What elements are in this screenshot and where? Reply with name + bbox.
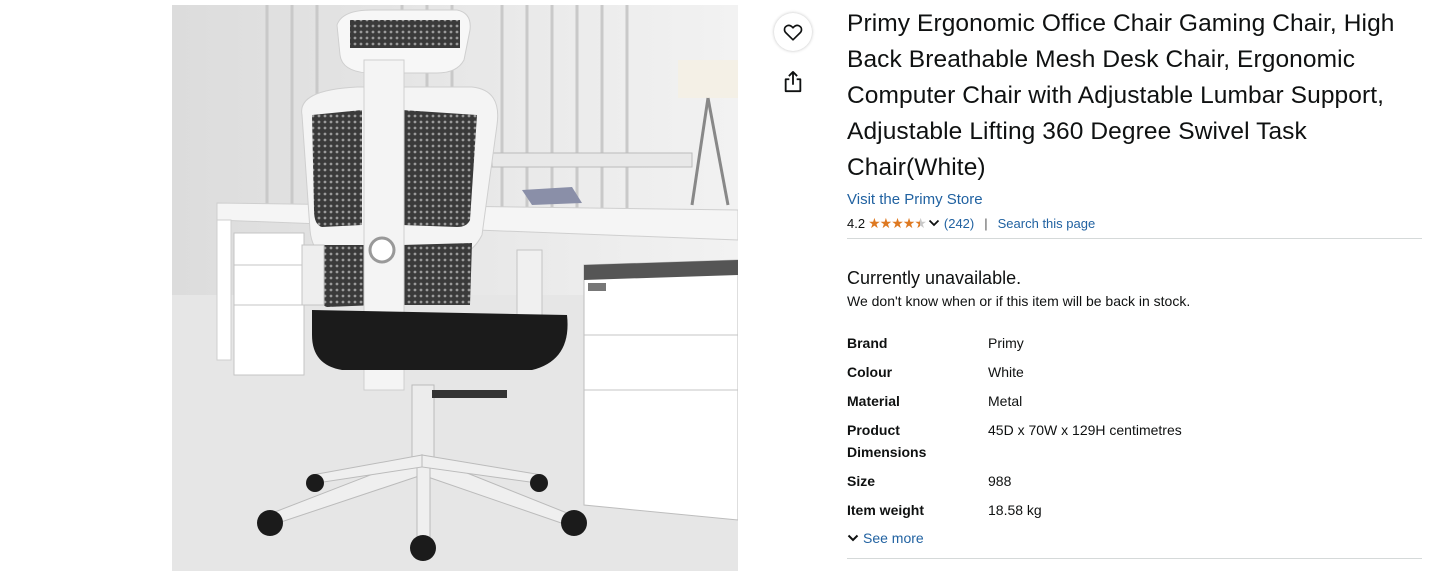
star-rating[interactable]: ★ ★ ★ ★ ★ — [868, 214, 927, 232]
spec-key: Colour — [847, 364, 893, 380]
spec-value: 18.58 kg — [988, 502, 1042, 518]
store-link[interactable]: Visit the Primy Store — [847, 191, 1422, 208]
specs-table: Brand Primy Colour White Material Metal … — [847, 332, 1182, 528]
office-chair-photo — [172, 5, 738, 571]
product-details: Primy Ergonomic Office Chair Gaming Chai… — [847, 6, 1422, 559]
spec-row: Brand Primy — [847, 332, 1182, 361]
spec-value: 988 — [988, 473, 1012, 489]
star-icon: ★ — [902, 214, 916, 231]
spec-row: Product Dimensions 45D x 70W x 129H cent… — [847, 419, 1182, 470]
star-icon: ★ — [879, 214, 893, 231]
heart-icon — [783, 24, 803, 41]
spec-value: Primy — [988, 335, 1024, 351]
chevron-down-icon — [847, 534, 859, 542]
spec-row: Material Metal — [847, 390, 1182, 419]
divider — [847, 238, 1422, 239]
spec-key: Material — [847, 393, 900, 409]
star-icon: ★ — [868, 214, 881, 231]
spec-key: Brand — [847, 335, 888, 351]
spec-row: Colour White — [847, 361, 1182, 390]
chevron-down-icon[interactable] — [928, 218, 940, 228]
spec-key: Size — [847, 473, 876, 489]
share-button[interactable] — [774, 63, 812, 101]
share-icon — [784, 70, 802, 93]
favourite-button[interactable] — [774, 13, 812, 51]
spec-key: Item weight — [847, 502, 925, 518]
star-icon: ★ — [891, 214, 904, 231]
spec-key: Product Dimensions — [847, 422, 927, 460]
see-more-label: See more — [863, 530, 924, 546]
availability-subtitle: We don't know when or if this item will … — [847, 293, 1191, 309]
rating-value: 4.2 — [847, 215, 866, 231]
see-more-link[interactable]: See more — [847, 530, 1422, 546]
spec-row: Item weight 18.58 kg — [847, 499, 1182, 528]
product-title: Primy Ergonomic Office Chair Gaming Chai… — [847, 10, 1395, 181]
spec-value: Metal — [988, 393, 1023, 409]
rating-count-link[interactable]: (242) — [944, 216, 974, 231]
search-page-link[interactable]: Search this page — [998, 216, 1096, 231]
spec-value: White — [988, 364, 1024, 380]
half-star-icon: ★ — [914, 214, 927, 231]
divider — [847, 558, 1422, 559]
rating-row: 4.2 ★ ★ ★ ★ ★ (242) | Search this page — [847, 214, 1422, 232]
product-image[interactable] — [172, 5, 738, 571]
spec-row: Size 988 — [847, 470, 1182, 499]
spec-value: 45D x 70W x 129H centimetres — [988, 422, 1182, 438]
availability-title: Currently unavailable. — [847, 268, 1022, 288]
separator: | — [984, 215, 988, 231]
